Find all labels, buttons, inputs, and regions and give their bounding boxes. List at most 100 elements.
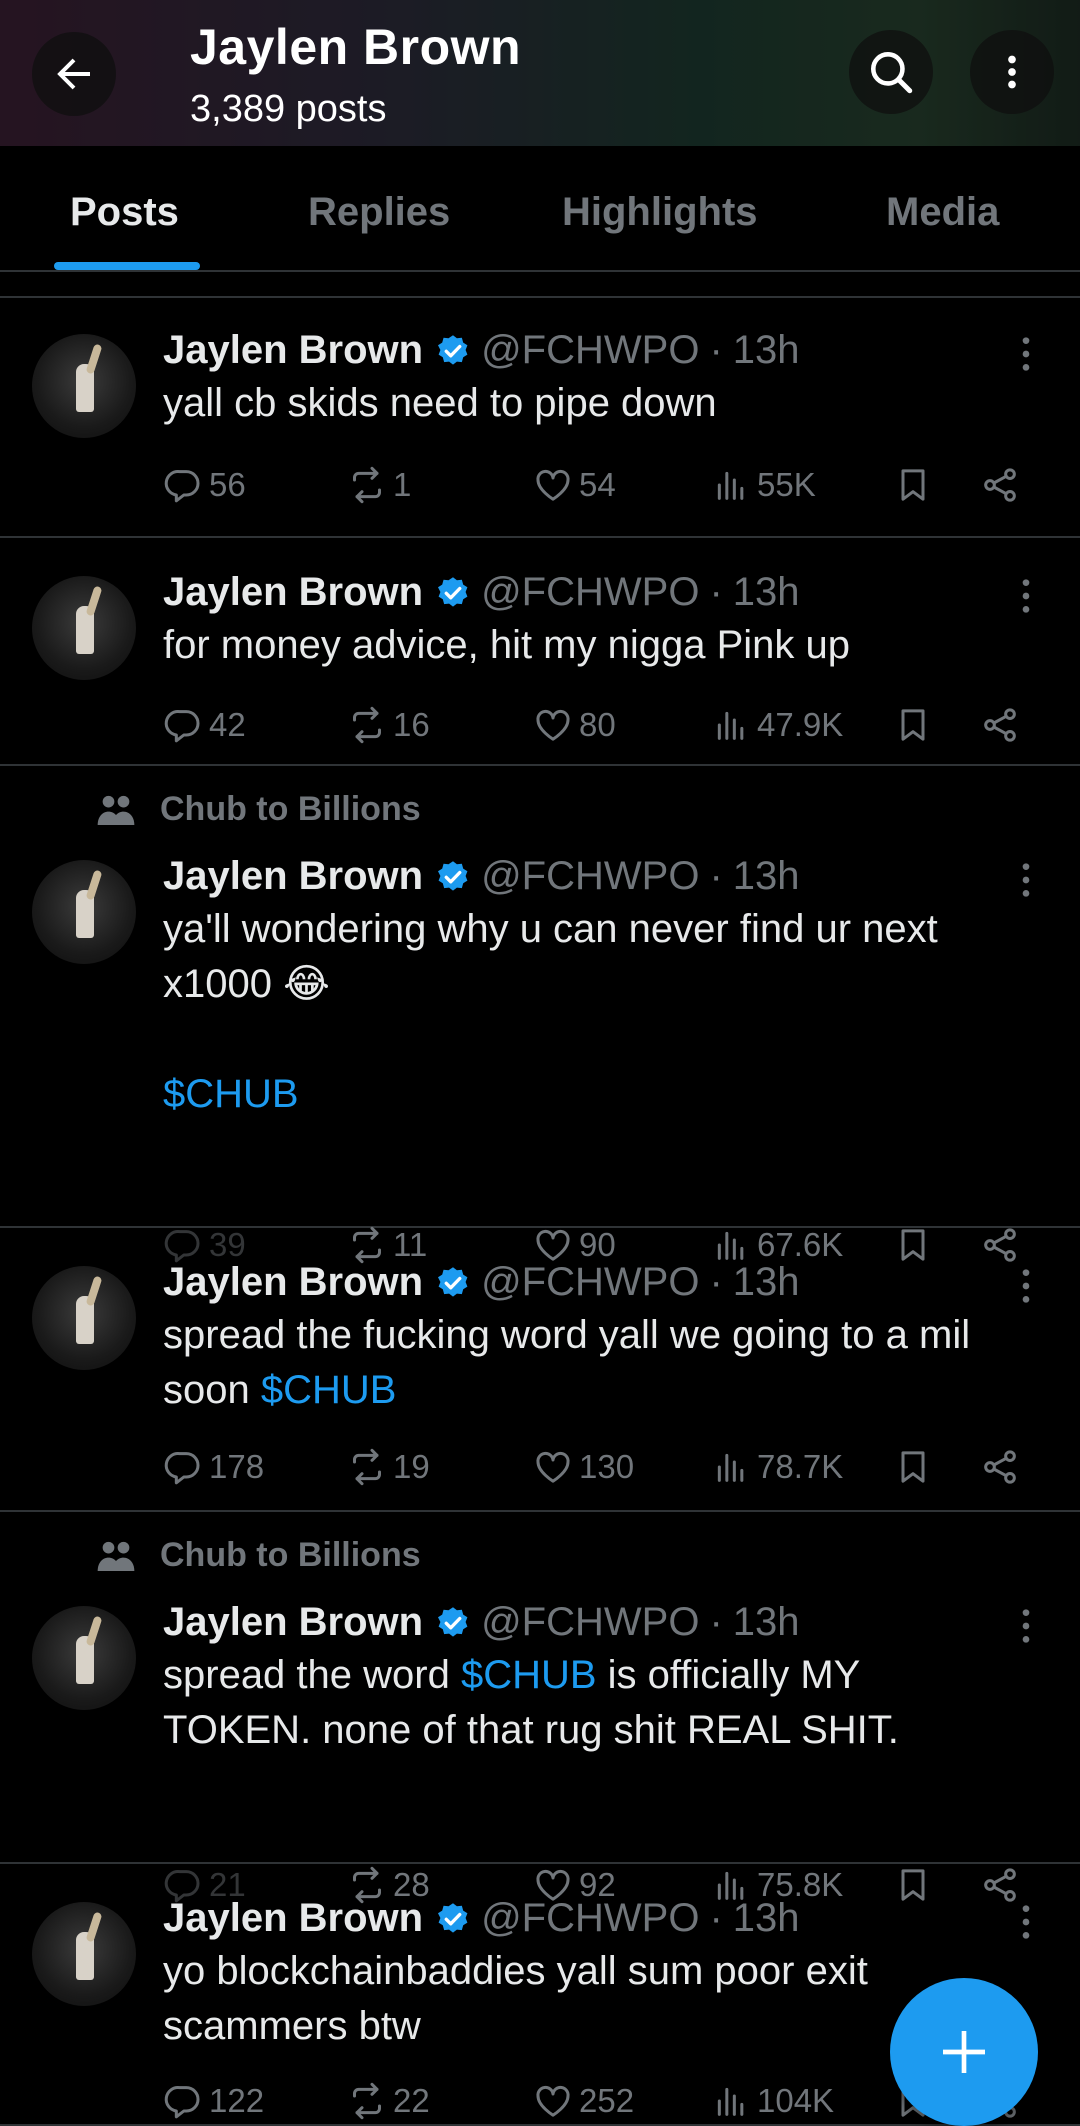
like-count: 252 [579, 2082, 635, 2119]
reply-button[interactable]: 56 [163, 460, 246, 510]
post-time[interactable]: 13h [733, 854, 800, 899]
tab-media[interactable]: Media [886, 190, 999, 235]
search-button[interactable] [849, 30, 933, 114]
post-time[interactable]: 13h [733, 1896, 800, 1941]
post-time[interactable]: 13h [733, 1600, 800, 1645]
reply-icon [164, 470, 200, 503]
post-item[interactable]: Chub to Billions Jaylen Brown @FCHWPO · 13h y… [0, 768, 1080, 1264]
avatar[interactable] [32, 860, 136, 964]
post-item[interactable]: Chub to Billions Jaylen Brown @FCHWPO · 13h s… [0, 1514, 1080, 1904]
compose-post-button[interactable] [890, 1978, 1038, 2126]
author-handle[interactable]: @FCHWPO [481, 570, 699, 615]
author-name[interactable]: Jaylen Brown [163, 1896, 423, 1941]
avatar[interactable] [32, 576, 136, 680]
post-time[interactable]: 13h [733, 570, 800, 615]
share-button[interactable] [980, 1442, 1026, 1492]
like-button[interactable]: 54 [533, 460, 616, 510]
views-button[interactable]: 78.7K [711, 1442, 843, 1492]
arrow-left-icon [57, 58, 90, 90]
back-button[interactable] [32, 32, 116, 116]
post-text-line: for money advice, hit my nigga Pink up [163, 623, 851, 667]
tab-highlights[interactable]: Highlights [562, 190, 758, 235]
verified-badge-icon [438, 334, 468, 365]
author-name[interactable]: Jaylen Brown [163, 328, 423, 373]
post-text-line: TOKEN. none of that rug shit REAL SHIT. [163, 1708, 899, 1752]
like-count: 80 [579, 706, 616, 743]
share-button[interactable] [980, 460, 1026, 510]
separator-dot: · [709, 1896, 723, 1940]
post-actions: 178 19 130 78.7K [163, 1442, 1043, 1492]
repost-button[interactable]: 19 [347, 1442, 430, 1492]
post-more-icon[interactable] [1014, 1606, 1038, 1646]
author-handle[interactable]: @FCHWPO [481, 1896, 699, 1941]
repost-button[interactable]: 1 [347, 460, 411, 510]
avatar[interactable] [32, 334, 136, 438]
views-button[interactable]: 55K [711, 460, 816, 510]
like-count: 54 [579, 466, 616, 503]
community-context[interactable]: Chub to Billions [96, 1536, 421, 1575]
bookmark-icon [901, 709, 925, 741]
bookmark-button[interactable] [893, 1442, 939, 1492]
author-name[interactable]: Jaylen Brown [163, 570, 423, 615]
share-button[interactable] [980, 700, 1026, 750]
post-item[interactable]: Jaylen Brown @FCHWPO · 13h yall cb skids nee… [0, 298, 1080, 538]
tab-replies[interactable]: Replies [308, 190, 450, 235]
repost-button[interactable]: 16 [347, 700, 430, 750]
tab-posts[interactable]: Posts [70, 190, 179, 235]
separator-dot: · [709, 1600, 723, 1644]
views-button[interactable]: 104K [711, 2076, 834, 2126]
author-handle[interactable]: @FCHWPO [481, 328, 699, 373]
post-text-line: is officially MY [596, 1653, 861, 1697]
like-button[interactable]: 130 [533, 1442, 634, 1492]
verified-badge-icon [438, 1902, 468, 1933]
more-options-button[interactable] [970, 30, 1054, 114]
cashtag-link[interactable]: $CHUB [163, 1072, 299, 1116]
community-icon [97, 1541, 135, 1571]
post-more-icon[interactable] [1014, 334, 1038, 374]
avatar[interactable] [32, 1266, 136, 1370]
reply-icon [164, 710, 200, 743]
author-name[interactable]: Jaylen Brown [163, 1260, 423, 1305]
views-button[interactable]: 47.9K [711, 700, 843, 750]
author-handle[interactable]: @FCHWPO [481, 1600, 699, 1645]
reply-button[interactable]: 122 [163, 2076, 264, 2126]
share-icon [984, 1450, 1016, 1484]
post-more-icon[interactable] [1014, 576, 1038, 616]
avatar[interactable] [32, 1606, 136, 1710]
post-more-icon[interactable] [1014, 1902, 1038, 1942]
bookmark-button[interactable] [893, 460, 939, 510]
repost-button[interactable]: 22 [347, 2076, 430, 2126]
reply-button[interactable]: 42 [163, 700, 246, 750]
post-header: Jaylen Brown @FCHWPO · 13h [163, 570, 800, 615]
post-time[interactable]: 13h [733, 1260, 800, 1305]
view-count: 55K [757, 466, 816, 503]
repost-count: 16 [393, 706, 430, 743]
author-name[interactable]: Jaylen Brown [163, 854, 423, 899]
like-count: 130 [579, 1448, 635, 1485]
post-header: Jaylen Brown @FCHWPO · 13h [163, 1260, 800, 1305]
reply-button[interactable]: 178 [163, 1442, 264, 1492]
post-more-icon[interactable] [1014, 860, 1038, 900]
post-text: yall cb skids need to pipe down [163, 376, 1043, 431]
community-context[interactable]: Chub to Billions [96, 790, 421, 829]
post-more-icon[interactable] [1014, 1266, 1038, 1306]
post-item[interactable]: Jaylen Brown @FCHWPO · 13h spread the fuckin… [0, 1230, 1080, 1512]
share-icon [984, 708, 1016, 742]
cashtag-link[interactable]: $CHUB [461, 1653, 597, 1697]
avatar[interactable] [32, 1902, 136, 2006]
separator-dot: · [709, 328, 723, 372]
author-handle[interactable]: @FCHWPO [481, 1260, 699, 1305]
cashtag-link[interactable]: $CHUB [261, 1368, 397, 1412]
like-button[interactable]: 252 [533, 2076, 634, 2126]
repost-count: 19 [393, 1448, 430, 1485]
post-item[interactable]: Jaylen Brown @FCHWPO · 13h for money advice,… [0, 540, 1080, 766]
author-name[interactable]: Jaylen Brown [163, 1600, 423, 1645]
post-time[interactable]: 13h [733, 328, 800, 373]
reply-count: 42 [209, 706, 246, 743]
bookmark-button[interactable] [893, 700, 939, 750]
like-button[interactable]: 80 [533, 700, 616, 750]
author-handle[interactable]: @FCHWPO [481, 854, 699, 899]
post-text: spread the word $CHUB is officially MY TO… [163, 1648, 1043, 1758]
post-text: ya'll wondering why u can never find ur … [163, 902, 1043, 1122]
community-name: Chub to Billions [160, 1536, 421, 1574]
